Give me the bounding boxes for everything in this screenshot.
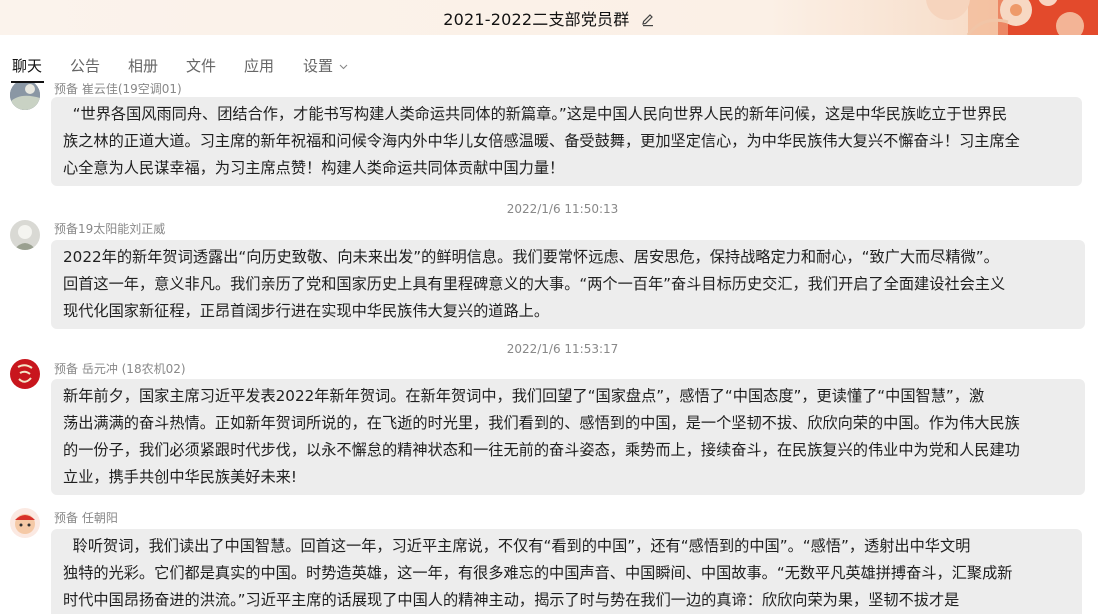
- avatar[interactable]: [10, 508, 40, 538]
- message-timestamp: 2022/1/6 11:50:13: [506, 202, 619, 216]
- message-line: 的一份子，我们必须紧跟时代步伐，以永不懈怠的精神状态和一往无前的奋斗姿态，乘势而…: [63, 441, 1020, 459]
- tab-settings-label: 设置: [303, 57, 334, 75]
- title-bar: 2021-2022二支部党员群: [0, 0, 1098, 35]
- festive-flower-decoration-icon: [926, 0, 1098, 35]
- message-line: 立业，携手共创中华民族美好未来!: [63, 468, 297, 486]
- message-line: “世界各国风雨同舟、团结合作，才能书写构建人类命运共同体的新篇章。”这是中国人民…: [63, 105, 1008, 123]
- message-line: 2022年的新年贺词透露出“向历史致敬、向未来出发”的鲜明信息。我们要常怀远虑、…: [63, 248, 999, 266]
- message-line: 荡出满满的奋斗热情。正如新年贺词所说的，在飞逝的时光里，我们看到的、感悟到的中国…: [63, 414, 1020, 432]
- message-timestamp: 2022/1/6 11:53:17: [506, 342, 619, 356]
- message-bubble[interactable]: 聆听贺词，我们读出了中国智慧。回首这一年，习近平主席说，不仅有“看到的中国”，还…: [51, 529, 1082, 614]
- tab-chat[interactable]: 聊天: [12, 55, 42, 76]
- message-sender: 预备 崔云佳(19空调01): [54, 83, 182, 96]
- group-title: 2021-2022二支部党员群: [443, 10, 630, 29]
- chat-message-list[interactable]: 预备 崔云佳(19空调01) “世界各国风雨同舟、团结合作，才能书写构建人类命运…: [0, 83, 1098, 614]
- avatar[interactable]: [10, 220, 40, 250]
- message-line: 聆听贺词，我们读出了中国智慧。回首这一年，习近平主席说，不仅有“看到的中国”，还…: [63, 537, 971, 555]
- message-line: 族之林的正道大道。习主席的新年祝福和问候令海内外中华儿女倍感温暖、备受鼓舞，更加…: [63, 132, 1020, 150]
- message-sender: 预备 岳元冲 (18农机02): [54, 362, 186, 376]
- tab-files[interactable]: 文件: [186, 55, 216, 76]
- message-bubble[interactable]: 2022年的新年贺词透露出“向历史致敬、向未来出发”的鲜明信息。我们要常怀远虑、…: [51, 240, 1085, 329]
- tab-apps[interactable]: 应用: [244, 55, 274, 76]
- tab-bar: 聊天 公告 相册 文件 应用 设置: [0, 35, 1098, 83]
- message-line: 回首这一年，意义非凡。我们亲历了党和国家历史上具有里程碑意义的大事。“两个一百年…: [63, 275, 1006, 293]
- message-line: 心全意为人民谋幸福，为习主席点赞！构建人类命运共同体贡献中国力量！: [63, 159, 565, 177]
- message-bubble[interactable]: 新年前夕，国家主席习近平发表2022年新年贺词。在新年贺词中，我们回望了“国家盘…: [51, 379, 1085, 495]
- message-line: 现代化国家新征程，正昂首阔步行进在实现中华民族伟大复兴的道路上。: [63, 302, 549, 320]
- message-line: 新年前夕，国家主席习近平发表2022年新年贺词。在新年贺词中，我们回望了“国家盘…: [63, 387, 985, 405]
- message-line: 时代中国昂扬奋进的洪流。”习近平主席的话展现了中国人的精神主动，揭示了时与势在我…: [63, 591, 960, 609]
- avatar[interactable]: [10, 83, 40, 110]
- message-bubble[interactable]: “世界各国风雨同舟、团结合作，才能书写构建人类命运共同体的新篇章。”这是中国人民…: [51, 97, 1082, 186]
- tab-settings[interactable]: 设置: [303, 55, 348, 76]
- message-sender: 预备19太阳能刘正威: [54, 222, 166, 236]
- tab-album[interactable]: 相册: [128, 55, 158, 76]
- message-line: 独特的光彩。它们都是真实的中国。时势造英雄，这一年，有很多难忘的中国声音、中国瞬…: [63, 564, 1013, 582]
- edit-title-icon[interactable]: [641, 12, 655, 31]
- tab-announcements[interactable]: 公告: [70, 55, 100, 76]
- chevron-down-icon: [339, 56, 348, 74]
- message-sender: 预备 任朝阳: [54, 511, 118, 525]
- avatar[interactable]: [10, 359, 40, 389]
